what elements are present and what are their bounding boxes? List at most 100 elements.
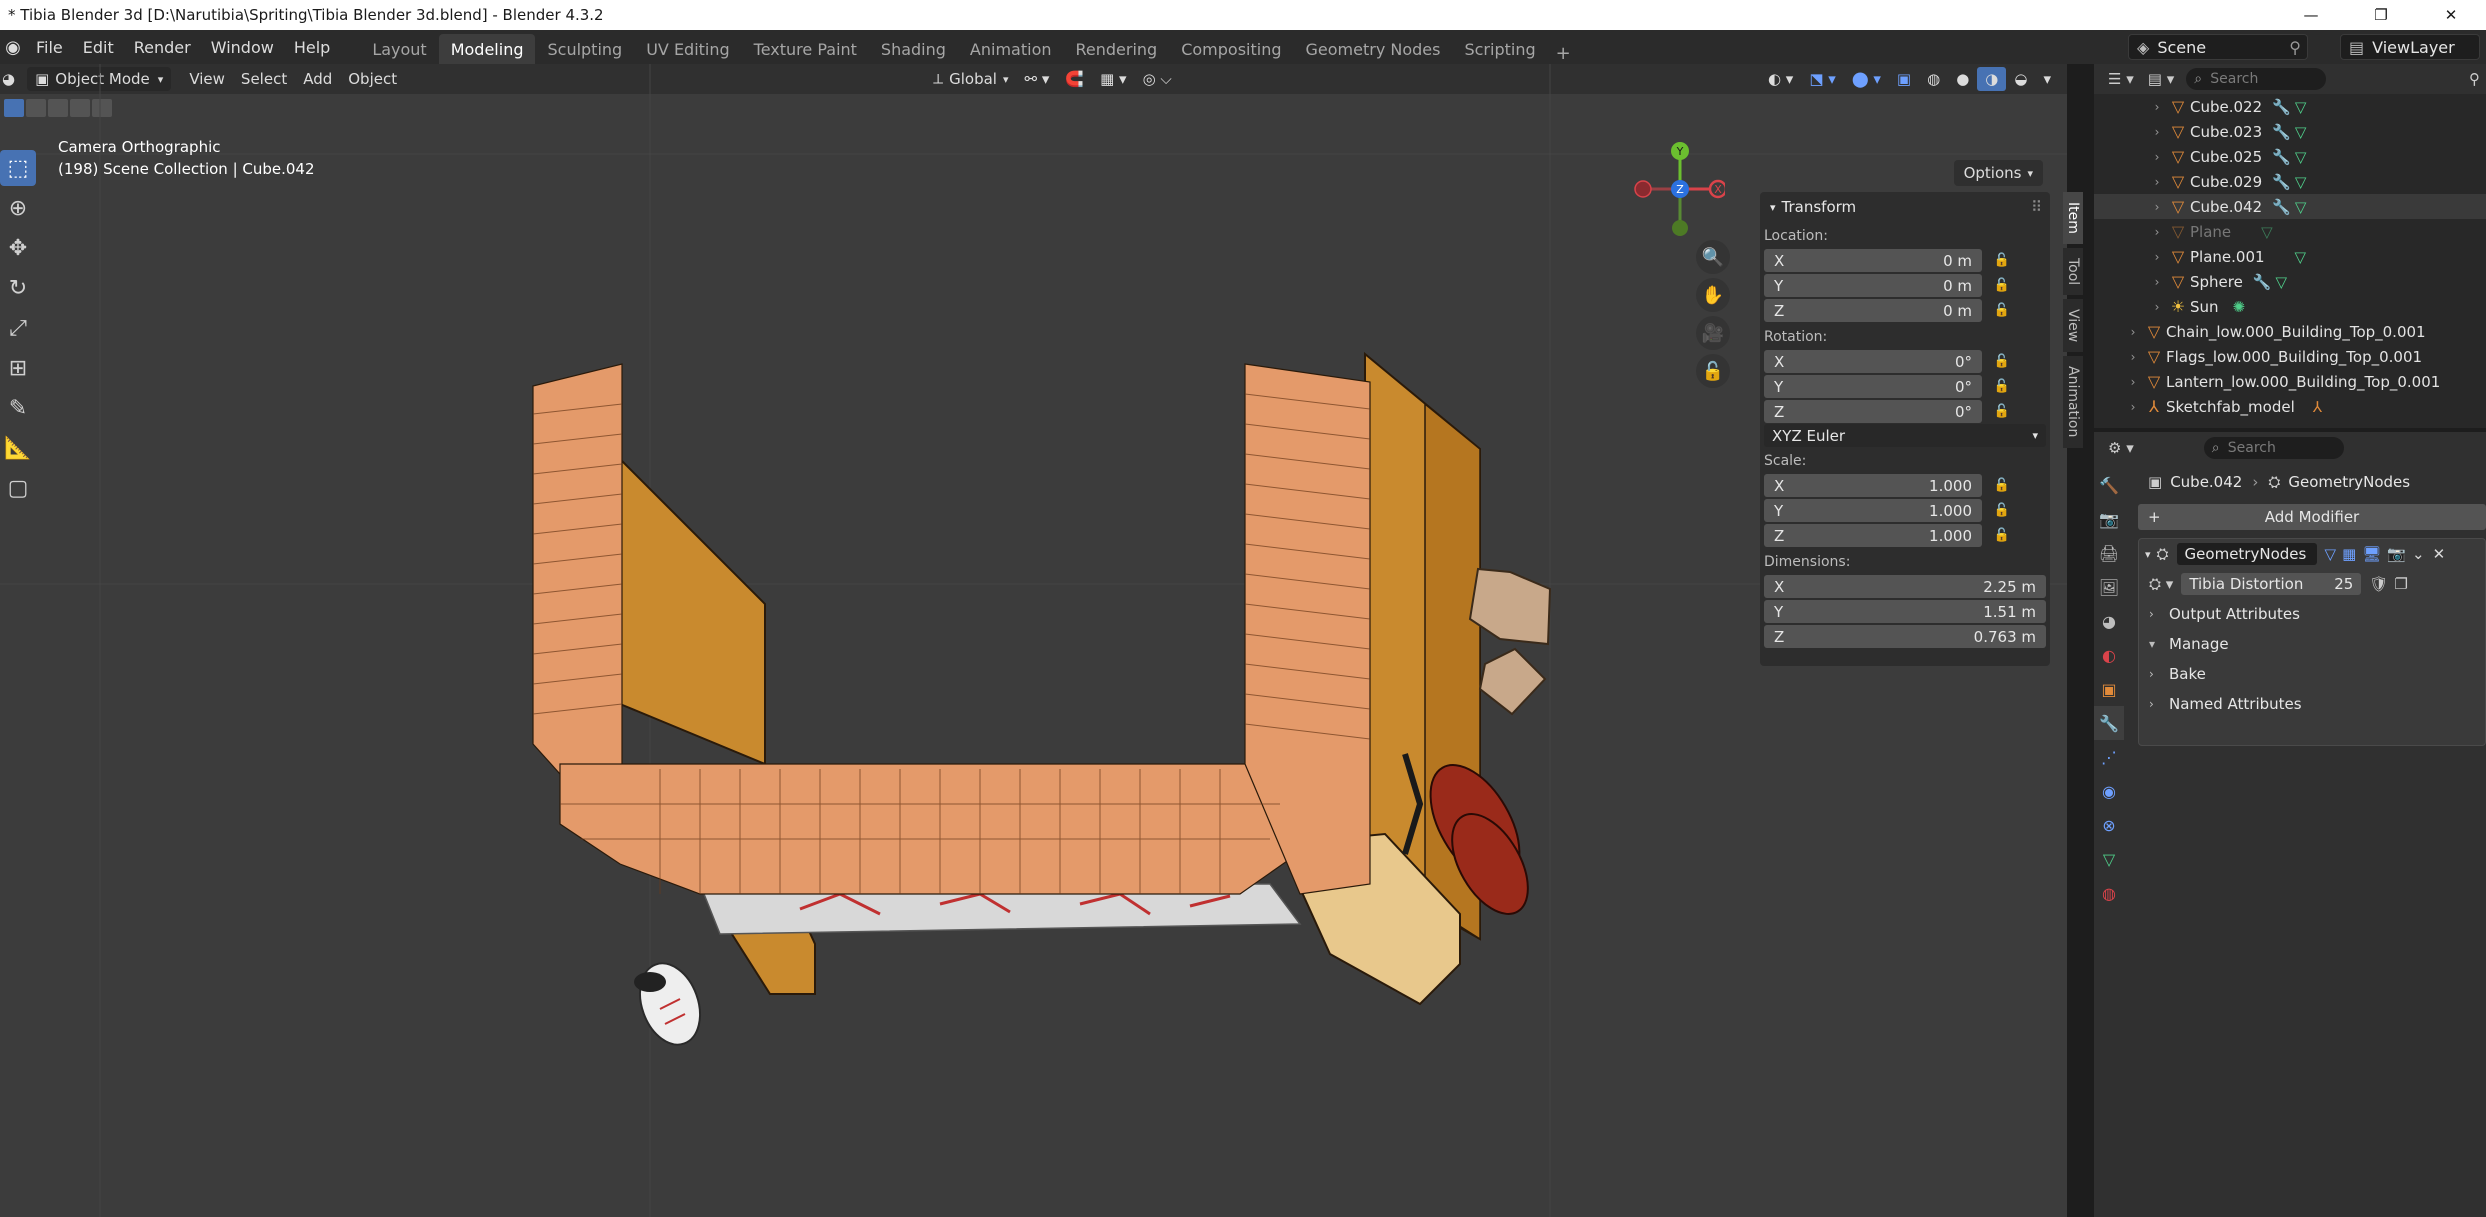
physics-icon[interactable]: ◉ (2094, 774, 2124, 808)
outliner-editor-icon[interactable]: ☰ ▾ (2108, 70, 2134, 88)
chevron-down-icon[interactable]: ⌄ (2412, 545, 2425, 563)
list-item[interactable]: › ☀ Sun ✺ (2094, 294, 2486, 319)
chevron-right-icon[interactable]: › (2124, 400, 2142, 414)
properties-editor-icon[interactable]: ⚙ ▾ (2108, 439, 2134, 457)
scene-icon[interactable]: ◕ (2094, 604, 2124, 638)
outliner-search-input[interactable]: ⌕ Search (2186, 68, 2327, 90)
tab-tool[interactable]: Tool (2063, 247, 2083, 296)
lock-icon[interactable]: 🔓 (1982, 253, 2022, 268)
chevron-right-icon[interactable]: › (2148, 175, 2166, 189)
chevron-right-icon[interactable]: › (2148, 275, 2166, 289)
tab-sculpting[interactable]: Sculpting (535, 34, 634, 64)
lock-icon[interactable]: 🔓 (1982, 354, 2022, 369)
tab-animation-sidebar[interactable]: Animation (2063, 356, 2083, 448)
cursor-icon[interactable]: ⊕ (0, 190, 36, 226)
location-x-field[interactable]: X 0 m (1764, 249, 1982, 272)
material-icon[interactable]: ◍ (2094, 876, 2124, 910)
tab-item[interactable]: Item (2063, 192, 2083, 244)
view-layer-icon[interactable]: 🖼 (2094, 570, 2124, 604)
lock-icon[interactable]: 🔓 (1982, 278, 2022, 293)
rotation-y-field[interactable]: Y 0° (1764, 375, 1982, 398)
subpanel-output-attributes[interactable]: › Output Attributes (2139, 599, 2485, 629)
lock-icon[interactable]: 🔓 (1982, 379, 2022, 394)
scale-x-field[interactable]: X 1.000 (1764, 474, 1982, 497)
filter-icon[interactable]: ⚲ (2469, 70, 2480, 88)
output-icon[interactable]: 🖨 (2094, 536, 2124, 570)
fake-user-icon[interactable]: 🛡 (2369, 575, 2388, 593)
chevron-right-icon[interactable]: › (2148, 150, 2166, 164)
particles-icon[interactable]: ⋰ (2094, 740, 2124, 774)
subpanel-manage[interactable]: ▾ Manage (2139, 629, 2485, 659)
options-dropdown[interactable]: Options ▾ (1953, 160, 2043, 186)
dimensions-y-field[interactable]: Y 1.51 m (1764, 600, 2046, 623)
chevron-right-icon[interactable]: › (2148, 100, 2166, 114)
scale-icon[interactable]: ⤢ (0, 310, 36, 346)
rotation-x-field[interactable]: X 0° (1764, 350, 1982, 373)
close-icon[interactable]: ✕ (2433, 545, 2446, 563)
modifier-name-field[interactable]: GeometryNodes (2176, 543, 2317, 565)
lock-icon[interactable]: 🔓 (1982, 478, 2022, 493)
subpanel-bake[interactable]: › Bake (2139, 659, 2485, 689)
move-icon[interactable]: ✥ (0, 230, 36, 266)
chevron-right-icon[interactable]: › (2148, 200, 2166, 214)
list-item[interactable]: › ▽ Sphere 🔧 ▽ (2094, 269, 2486, 294)
lock-view-icon[interactable]: 🔓 (1696, 354, 1730, 388)
pan-hand-icon[interactable]: ✋ (1696, 278, 1730, 312)
tab-layout[interactable]: Layout (360, 34, 438, 64)
cage-icon[interactable]: ▦ (2342, 545, 2356, 563)
dimensions-z-field[interactable]: Z 0.763 m (1764, 625, 2046, 648)
list-item[interactable]: › ▽ Flags_low.000_Building_Top_0.001 (2094, 344, 2486, 369)
dimensions-x-field[interactable]: X 2.25 m (1764, 575, 2046, 598)
list-item[interactable]: › ▽ Cube.023 🔧 ▽ (2094, 119, 2486, 144)
tab-animation[interactable]: Animation (958, 34, 1064, 64)
add-modifier-button[interactable]: + Add Modifier (2138, 504, 2486, 530)
location-z-field[interactable]: Z 0 m (1764, 299, 1982, 322)
viewport-display-icon[interactable]: 🖥 (2362, 545, 2381, 563)
scene-canvas[interactable] (0, 64, 2067, 1217)
edit-mode-icon[interactable]: ▽ (2325, 545, 2337, 563)
pin-icon[interactable]: ⚲ (2289, 38, 2301, 57)
menu-window[interactable]: Window (201, 30, 284, 64)
scale-z-field[interactable]: Z 1.000 (1764, 524, 1982, 547)
constraints-icon[interactable]: ⊗ (2094, 808, 2124, 842)
lock-icon[interactable]: 🔓 (1982, 503, 2022, 518)
annotate-icon[interactable]: ✎ (0, 390, 36, 426)
lock-icon[interactable]: 🔓 (1982, 528, 2022, 543)
display-mode-icon[interactable]: ▤ ▾ (2148, 70, 2174, 88)
node-group-field[interactable]: Tibia Distortion 25 (2181, 573, 2362, 595)
duplicate-icon[interactable]: ❐ (2394, 575, 2407, 593)
render-icon[interactable]: 📷 (2094, 502, 2124, 536)
navigation-gizmo[interactable]: Y X Z (1625, 140, 1725, 240)
object-icon[interactable]: ▣ (2094, 672, 2124, 706)
measure-icon[interactable]: 📐 (0, 430, 36, 466)
chevron-right-icon[interactable]: › (2148, 300, 2166, 314)
add-cube-icon[interactable]: ▢ (0, 470, 36, 506)
chevron-right-icon[interactable]: › (2148, 125, 2166, 139)
tab-texture-paint[interactable]: Texture Paint (742, 34, 869, 64)
rotation-mode-dropdown[interactable]: XYZ Euler ▾ (1764, 424, 2046, 447)
tab-scripting[interactable]: Scripting (1452, 34, 1547, 64)
list-item[interactable]: › ▽ Plane.001 ▽ (2094, 244, 2486, 269)
drag-handle-icon[interactable]: ⠿ (2031, 198, 2042, 216)
add-workspace-button[interactable]: + (1548, 43, 1579, 64)
tab-view[interactable]: View (2063, 299, 2083, 353)
tab-uv-editing[interactable]: UV Editing (634, 34, 741, 64)
chevron-down-icon[interactable]: ▾ (2145, 548, 2151, 561)
subpanel-named-attributes[interactable]: › Named Attributes (2139, 689, 2485, 719)
menu-edit[interactable]: Edit (73, 30, 124, 64)
world-icon[interactable]: ◐ (2094, 638, 2124, 672)
3d-viewport[interactable]: ◕ ▣ Object Mode ▾ View Select Add Object… (0, 64, 2083, 1217)
list-item[interactable]: › ▽ Cube.029 🔧 ▽ (2094, 169, 2486, 194)
tab-geometry-nodes[interactable]: Geometry Nodes (1294, 34, 1453, 64)
menu-render[interactable]: Render (124, 30, 201, 64)
close-button[interactable]: ✕ (2416, 0, 2486, 30)
transform-panel-header[interactable]: ▾ Transform ⠿ (1760, 192, 2050, 222)
data-icon[interactable]: ▽ (2094, 842, 2124, 876)
list-item[interactable]: › ▽ Cube.022 🔧 ▽ (2094, 94, 2486, 119)
lock-icon[interactable]: 🔓 (1982, 404, 2022, 419)
rotate-icon[interactable]: ↻ (0, 270, 36, 306)
maximize-button[interactable]: ❐ (2346, 0, 2416, 30)
list-item[interactable]: › ▽ Chain_low.000_Building_Top_0.001 (2094, 319, 2486, 344)
lock-icon[interactable]: 🔓 (1982, 303, 2022, 318)
list-item[interactable]: › ▽ Plane ▽ (2094, 219, 2486, 244)
